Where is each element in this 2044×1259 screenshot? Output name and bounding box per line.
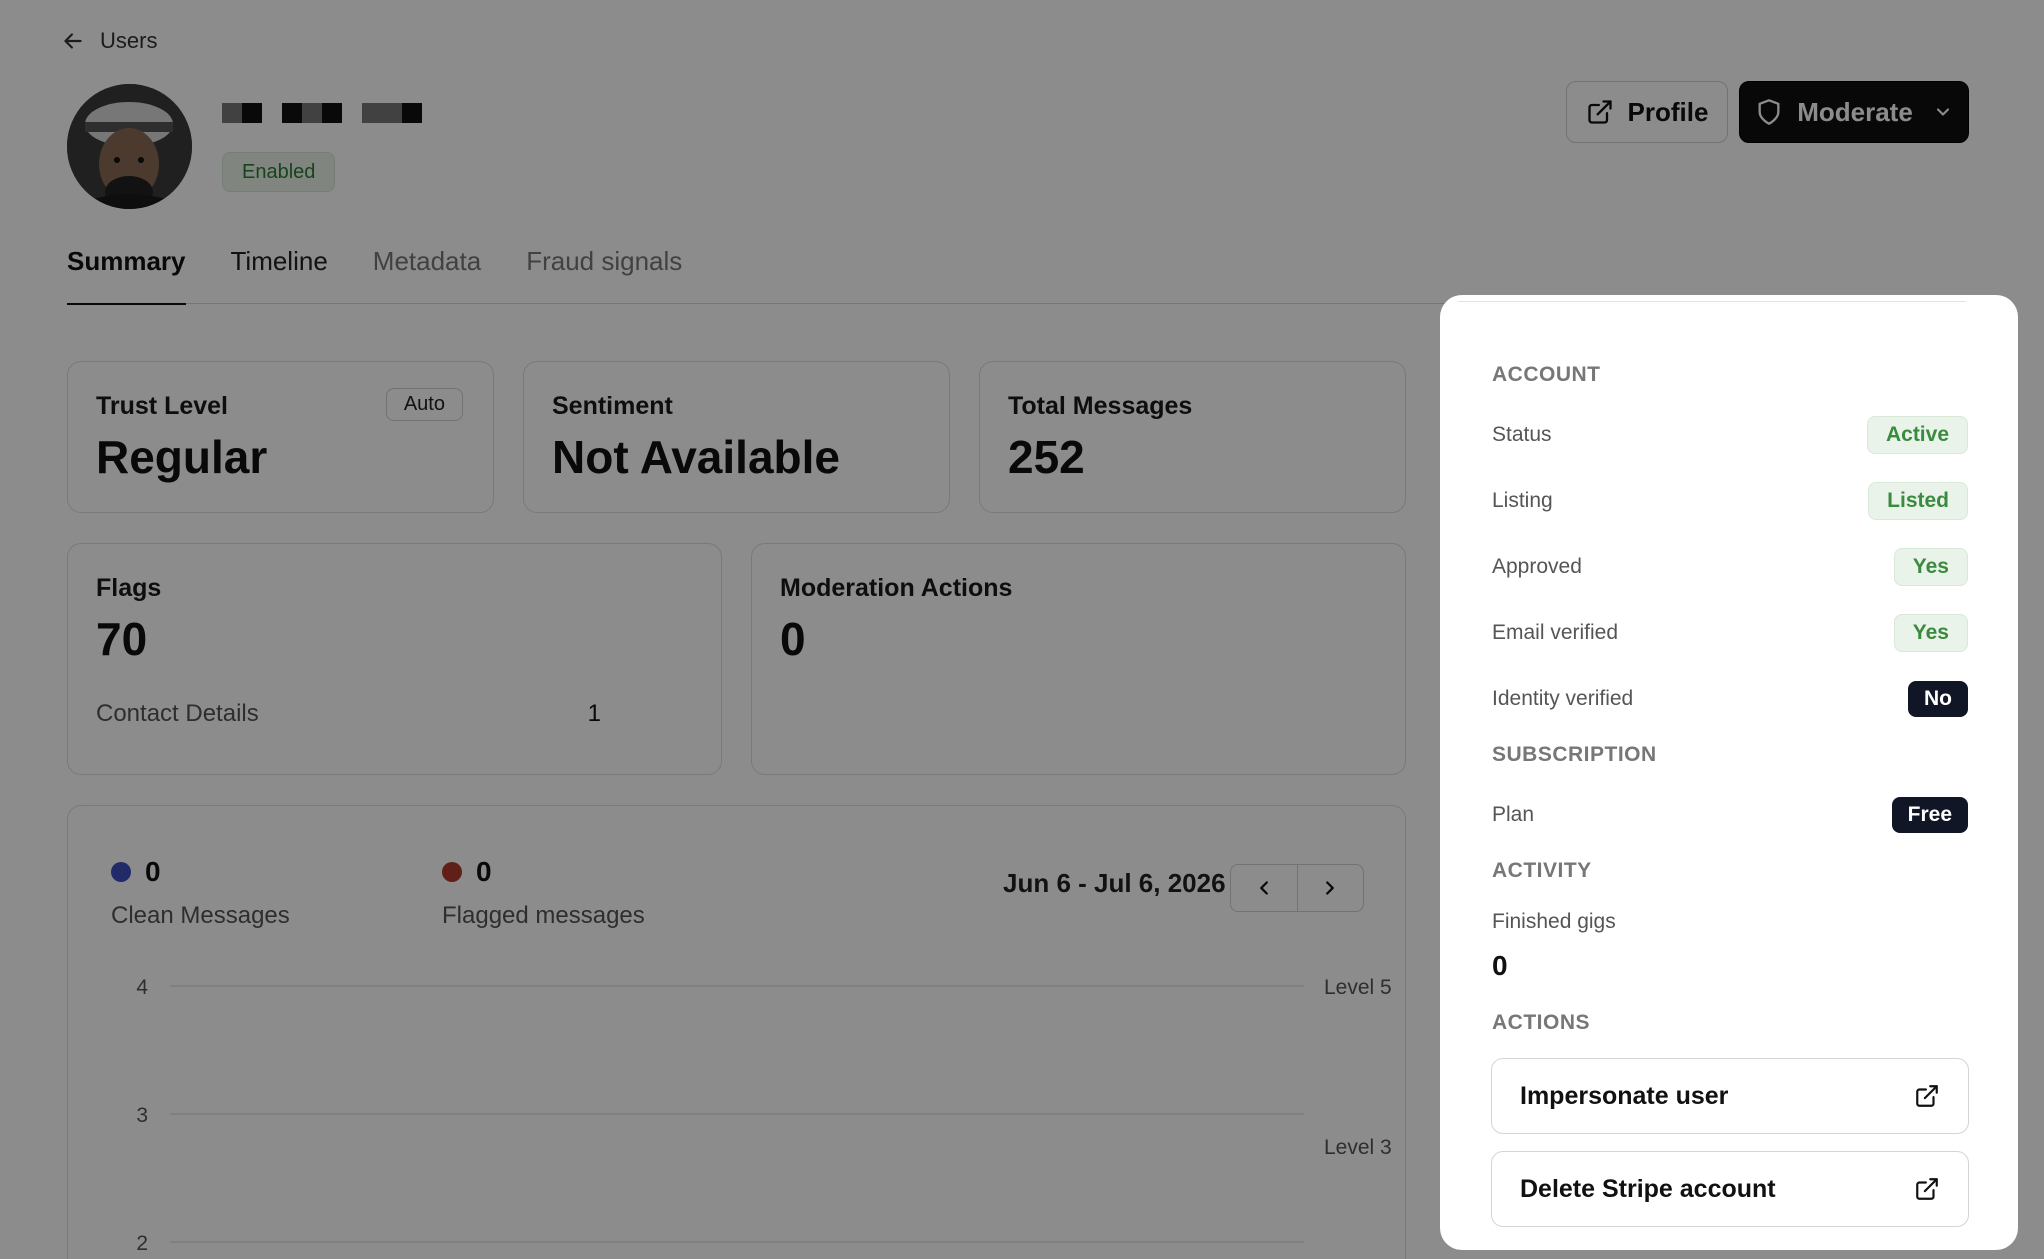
impersonate-user-button[interactable]: Impersonate user (1491, 1058, 1969, 1134)
status-value-badge: Active (1866, 416, 1968, 454)
subscription-heading: SUBSCRIPTION (1492, 743, 1657, 766)
approved-value-badge: Yes (1893, 548, 1968, 586)
external-link-icon (1916, 1085, 1938, 1107)
identity-verified-key: Identity verified (1492, 687, 1634, 710)
approved-key: Approved (1492, 555, 1582, 578)
account-row-listing: Listing Listed (1492, 481, 1968, 521)
moderate-menu-panel: ACCOUNT Status Active Listing Listed App… (1440, 295, 2018, 1250)
actions-heading: ACTIONS (1492, 1011, 1590, 1034)
account-row-email-verified: Email verified Yes (1492, 613, 1968, 653)
impersonate-user-label: Impersonate user (1520, 1081, 1729, 1110)
finished-gigs-label: Finished gigs (1492, 910, 1616, 933)
panel-divider (1458, 301, 1966, 302)
subscription-row-plan: Plan Free (1492, 795, 1968, 835)
finished-gigs-value: 0 (1492, 950, 1508, 981)
email-verified-key: Email verified (1492, 621, 1619, 644)
listing-key: Listing (1492, 489, 1553, 512)
plan-key: Plan (1492, 803, 1535, 826)
status-key: Status (1492, 423, 1552, 446)
account-row-identity-verified: Identity verified No (1492, 679, 1968, 719)
account-heading: ACCOUNT (1492, 363, 1601, 386)
external-link-icon (1916, 1178, 1938, 1200)
listing-value-badge: Listed (1868, 482, 1968, 520)
email-verified-value-badge: Yes (1893, 614, 1968, 652)
account-row-status: Status Active (1492, 415, 1968, 455)
delete-stripe-account-label: Delete Stripe account (1520, 1174, 1776, 1203)
user-detail-page: Users Enabled Profile Moderate Summary T (0, 0, 2044, 1259)
plan-value-badge: Free (1891, 797, 1968, 833)
identity-verified-value-badge: No (1908, 681, 1968, 717)
delete-stripe-account-button[interactable]: Delete Stripe account (1491, 1151, 1969, 1227)
account-row-approved: Approved Yes (1492, 547, 1968, 587)
activity-heading: ACTIVITY (1492, 859, 1592, 882)
